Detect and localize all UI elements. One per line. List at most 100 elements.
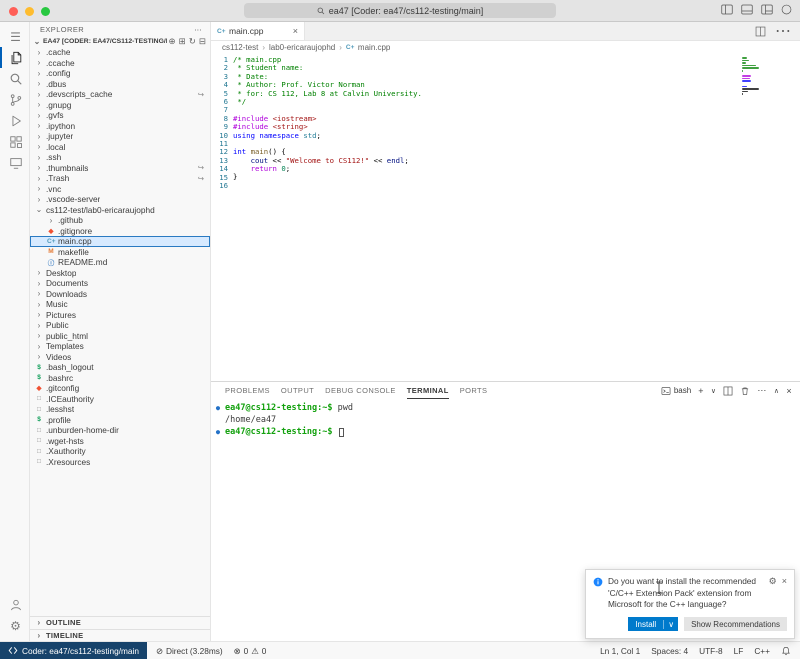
- show-recommendations-button[interactable]: Show Recommendations: [684, 617, 787, 631]
- tree-item-Public[interactable]: ›Public: [30, 320, 210, 331]
- tree-item-.Trash[interactable]: ›.Trash↪: [30, 173, 210, 184]
- panel-tab-debug-console[interactable]: DEBUG CONSOLE: [325, 382, 396, 399]
- tree-item-.local[interactable]: ›.local: [30, 142, 210, 153]
- tree-item-.ccache[interactable]: ›.ccache: [30, 58, 210, 69]
- language-mode[interactable]: C++: [754, 646, 770, 656]
- remote-indicator[interactable]: Coder: ea47/cs112-testing/main: [0, 642, 147, 659]
- tree-item-main.cpp[interactable]: C+main.cpp: [30, 236, 210, 247]
- tree-item-.jupyter[interactable]: ›.jupyter: [30, 131, 210, 142]
- account-button[interactable]: [0, 594, 29, 615]
- tree-item-.thumbnails[interactable]: ›.thumbnails↪: [30, 163, 210, 174]
- tree-root[interactable]: ⌄ EA47 [CODER: EA47/CS112-TESTING/MAIN] …: [30, 36, 210, 47]
- activity-remote-explorer[interactable]: [0, 152, 29, 173]
- tree-item-.Xresources[interactable]: □.Xresources: [30, 457, 210, 468]
- tree-item-.profile[interactable]: $.profile: [30, 415, 210, 426]
- breadcrumb-file[interactable]: main.cpp: [358, 43, 390, 52]
- zoom-window-button[interactable]: [41, 7, 50, 16]
- customize-layout-icon[interactable]: [761, 4, 773, 15]
- eol-sequence[interactable]: LF: [734, 646, 744, 656]
- tree-item-Documents[interactable]: ›Documents: [30, 278, 210, 289]
- tree-item-.wget-hsts[interactable]: □.wget-hsts: [30, 436, 210, 447]
- tree-item-.vscode-server[interactable]: ›.vscode-server: [30, 194, 210, 205]
- activity-search[interactable]: [0, 68, 29, 89]
- cursor-position[interactable]: Ln 1, Col 1: [600, 646, 640, 656]
- tree-item-.ssh[interactable]: ›.ssh: [30, 152, 210, 163]
- split-terminal-icon[interactable]: [723, 386, 733, 396]
- minimap[interactable]: [742, 57, 760, 99]
- panel-tab-terminal[interactable]: TERMINAL: [407, 382, 449, 399]
- toggle-panel-icon[interactable]: [741, 4, 753, 15]
- settings-button[interactable]: ⚙: [0, 615, 29, 636]
- tree-item-.vnc[interactable]: ›.vnc: [30, 184, 210, 195]
- tree-item-cs112-test/lab0-ericaraujophd[interactable]: ⌄cs112-test/lab0-ericaraujophd: [30, 205, 210, 216]
- tree-item-public_html[interactable]: ›public_html: [30, 331, 210, 342]
- account-circle-icon[interactable]: [781, 4, 792, 15]
- maximize-panel-icon[interactable]: ∧: [774, 387, 780, 395]
- timeline-section[interactable]: › TIMELINE: [30, 629, 210, 642]
- breadcrumb-folder[interactable]: lab0-ericaraujophd: [269, 43, 335, 52]
- install-dropdown-icon[interactable]: ∨: [663, 620, 678, 629]
- panel-tab-ports[interactable]: PORTS: [460, 382, 488, 399]
- tree-item-Videos[interactable]: ›Videos: [30, 352, 210, 363]
- indentation[interactable]: Spaces: 4: [651, 646, 688, 656]
- outline-section[interactable]: › OUTLINE: [30, 616, 210, 629]
- panel-more-actions-icon[interactable]: ⋯: [757, 385, 766, 396]
- tree-item-.ICEauthority[interactable]: □.ICEauthority: [30, 394, 210, 405]
- notification-settings-gear-icon[interactable]: ⚙: [769, 576, 777, 587]
- minimize-window-button[interactable]: [25, 7, 34, 16]
- explorer-more-icon[interactable]: ⋯: [194, 25, 202, 34]
- close-window-button[interactable]: [9, 7, 18, 16]
- tree-item-Desktop[interactable]: ›Desktop: [30, 268, 210, 279]
- collapse-all-icon[interactable]: ⊟: [199, 36, 206, 47]
- activity-explorer[interactable]: [0, 47, 29, 68]
- kill-terminal-icon[interactable]: [740, 386, 750, 396]
- tree-item-.unburden-home-dir[interactable]: □.unburden-home-dir: [30, 425, 210, 436]
- new-file-icon[interactable]: ⊕: [169, 36, 176, 47]
- tree-item-.dbus[interactable]: ›.dbus: [30, 79, 210, 90]
- tree-item-Pictures[interactable]: ›Pictures: [30, 310, 210, 321]
- tree-item-.github[interactable]: ›.github: [30, 215, 210, 226]
- notifications-bell-icon[interactable]: [781, 646, 791, 656]
- refresh-icon[interactable]: ↻: [189, 36, 196, 47]
- network-status[interactable]: ⊘ Direct (3.28ms): [156, 646, 223, 656]
- split-editor-icon[interactable]: [755, 26, 766, 37]
- install-button[interactable]: Install ∨: [628, 617, 678, 631]
- close-panel-icon[interactable]: ×: [786, 386, 792, 396]
- new-folder-icon[interactable]: ⊞: [179, 36, 186, 47]
- panel-tab-problems[interactable]: PROBLEMS: [225, 382, 270, 399]
- tree-item-.gvfs[interactable]: ›.gvfs: [30, 110, 210, 121]
- notification-close-icon[interactable]: ×: [782, 576, 787, 587]
- terminal-dropdown-icon[interactable]: ∨: [711, 387, 717, 395]
- close-tab-icon[interactable]: ×: [293, 26, 298, 36]
- code-editor[interactable]: 12345678910111213141516 /* main.cpp * St…: [211, 54, 800, 381]
- tree-item-.gitignore[interactable]: ◆.gitignore: [30, 226, 210, 237]
- menu-button[interactable]: ☰: [0, 26, 29, 47]
- new-terminal-icon[interactable]: +: [698, 386, 704, 396]
- tree-item-.gitconfig[interactable]: ◆.gitconfig: [30, 383, 210, 394]
- activity-extensions[interactable]: [0, 131, 29, 152]
- toggle-sidebar-icon[interactable]: [721, 4, 733, 15]
- tree-item-.Xauthority[interactable]: □.Xauthority: [30, 446, 210, 457]
- tree-item-.config[interactable]: ›.config: [30, 68, 210, 79]
- tree-item-Downloads[interactable]: ›Downloads: [30, 289, 210, 300]
- terminal-instance[interactable]: bash: [661, 386, 691, 396]
- tree-item-.gnupg[interactable]: ›.gnupg: [30, 100, 210, 111]
- tree-item-.devscripts_cache[interactable]: ›.devscripts_cache↪: [30, 89, 210, 100]
- activity-run-debug[interactable]: [0, 110, 29, 131]
- tree-item-.bashrc[interactable]: $.bashrc: [30, 373, 210, 384]
- breadcrumb-folder[interactable]: cs112-test: [222, 43, 258, 52]
- tab-main-cpp[interactable]: C+ main.cpp ×: [211, 22, 305, 40]
- problems-status[interactable]: ⊗ 0 ⚠ 0: [234, 646, 267, 656]
- panel-tab-output[interactable]: OUTPUT: [281, 382, 314, 399]
- tree-item-makefile[interactable]: Mmakefile: [30, 247, 210, 258]
- tree-item-README.md[interactable]: ⓘREADME.md: [30, 257, 210, 268]
- tree-item-.lesshst[interactable]: □.lesshst: [30, 404, 210, 415]
- tree-item-.ipython[interactable]: ›.ipython: [30, 121, 210, 132]
- encoding[interactable]: UTF-8: [699, 646, 723, 656]
- tree-item-.bash_logout[interactable]: $.bash_logout: [30, 362, 210, 373]
- tree-item-.cache[interactable]: ›.cache: [30, 47, 210, 58]
- activity-source-control[interactable]: [0, 89, 29, 110]
- tree-item-Music[interactable]: ›Music: [30, 299, 210, 310]
- window-title-search[interactable]: ea47 [Coder: ea47/cs112-testing/main]: [244, 3, 556, 18]
- tree-item-Templates[interactable]: ›Templates: [30, 341, 210, 352]
